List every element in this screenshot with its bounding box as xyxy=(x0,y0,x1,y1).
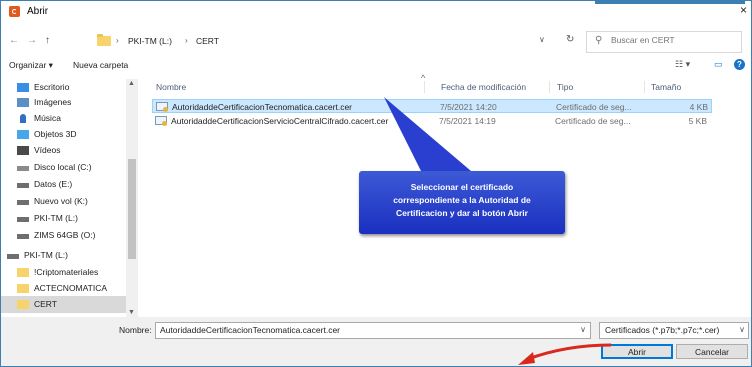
open-file-dialog: Abrir × ← → ↑ › PKI-TM (L:) › CERT ∨ ↻ ⚲… xyxy=(0,0,752,367)
instruction-callout: Seleccionar el certificado correspondien… xyxy=(359,171,565,234)
red-arrow xyxy=(527,343,612,361)
callout-line: correspondiente a la Autoridad de xyxy=(393,195,531,205)
callout-line: Seleccionar el certificado xyxy=(410,182,514,192)
red-arrowhead xyxy=(518,352,535,365)
callout-line: Certificacion y dar al botón Abrir xyxy=(396,208,528,218)
callout-pointer xyxy=(384,97,471,171)
